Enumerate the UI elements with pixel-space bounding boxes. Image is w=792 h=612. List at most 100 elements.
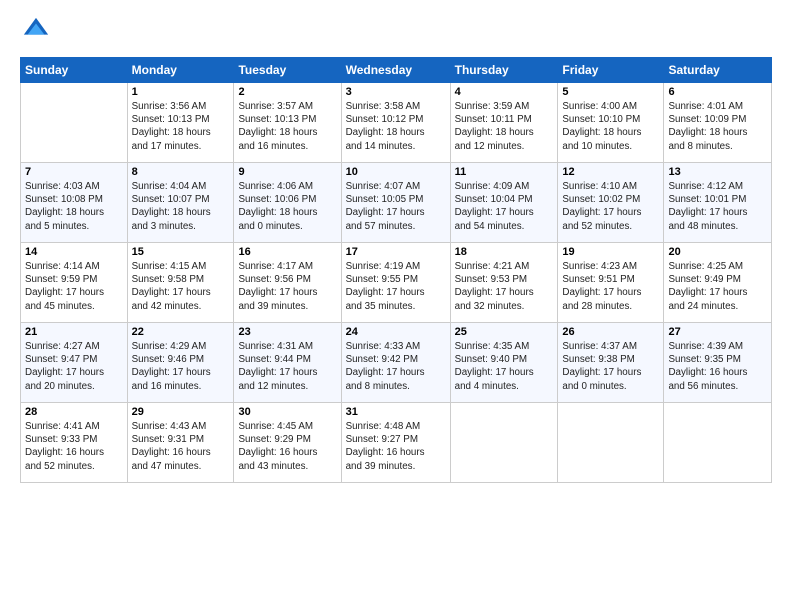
day-number: 29 — [132, 406, 230, 418]
day-info: Sunrise: 4:43 AM Sunset: 9:31 PM Dayligh… — [132, 420, 230, 473]
week-row-4: 21 Sunrise: 4:27 AM Sunset: 9:47 PM Dayli… — [21, 323, 772, 403]
day-cell — [450, 403, 558, 483]
day-cell: 19 Sunrise: 4:23 AM Sunset: 9:51 PM Dayli… — [558, 243, 664, 323]
day-info: Sunrise: 4:06 AM Sunset: 10:06 PM Daylig… — [238, 180, 336, 233]
day-cell: 29 Sunrise: 4:43 AM Sunset: 9:31 PM Dayli… — [127, 403, 234, 483]
day-number: 20 — [668, 246, 767, 258]
day-cell: 7 Sunrise: 4:03 AM Sunset: 10:08 PM Dayli… — [21, 163, 128, 243]
day-cell — [558, 403, 664, 483]
day-number: 14 — [25, 246, 123, 258]
col-header-sunday: Sunday — [21, 58, 128, 83]
day-cell: 26Sunrise: 4:37 AM Sunset: 9:38 PM Dayli… — [558, 323, 664, 403]
day-info: Sunrise: 4:01 AM Sunset: 10:09 PM Daylig… — [668, 100, 767, 153]
day-cell: 1 Sunrise: 3:56 AM Sunset: 10:13 PM Dayli… — [127, 83, 234, 163]
day-cell: 28 Sunrise: 4:41 AM Sunset: 9:33 PM Dayli… — [21, 403, 128, 483]
day-info: Sunrise: 4:10 AM Sunset: 10:02 PM Daylig… — [562, 180, 659, 233]
calendar-table: SundayMondayTuesdayWednesdayThursdayFrid… — [20, 57, 772, 483]
day-cell: 17 Sunrise: 4:19 AM Sunset: 9:55 PM Dayli… — [341, 243, 450, 323]
day-info: Sunrise: 4:14 AM Sunset: 9:59 PM Dayligh… — [25, 260, 123, 313]
day-number: 1 — [132, 86, 230, 98]
day-info: Sunrise: 4:41 AM Sunset: 9:33 PM Dayligh… — [25, 420, 123, 473]
day-number: 9 — [238, 166, 336, 178]
day-cell: 31 Sunrise: 4:48 AM Sunset: 9:27 PM Dayli… — [341, 403, 450, 483]
day-info: Sunrise: 4:27 AM Sunset: 9:47 PM Dayligh… — [25, 340, 123, 393]
day-number: 25 — [455, 326, 554, 338]
day-number: 19 — [562, 246, 659, 258]
day-number: 7 — [25, 166, 123, 178]
day-number: 23 — [238, 326, 336, 338]
day-info: Sunrise: 4:00 AM Sunset: 10:10 PM Daylig… — [562, 100, 659, 153]
day-cell: 16 Sunrise: 4:17 AM Sunset: 9:56 PM Dayli… — [234, 243, 341, 323]
day-info: Sunrise: 3:57 AM Sunset: 10:13 PM Daylig… — [238, 100, 336, 153]
day-number: 22 — [132, 326, 230, 338]
day-cell: 2 Sunrise: 3:57 AM Sunset: 10:13 PM Dayli… — [234, 83, 341, 163]
week-row-2: 7 Sunrise: 4:03 AM Sunset: 10:08 PM Dayli… — [21, 163, 772, 243]
day-cell: 11 Sunrise: 4:09 AM Sunset: 10:04 PM Dayl… — [450, 163, 558, 243]
day-number: 6 — [668, 86, 767, 98]
day-cell: 3 Sunrise: 3:58 AM Sunset: 10:12 PM Dayli… — [341, 83, 450, 163]
day-number: 4 — [455, 86, 554, 98]
day-info: Sunrise: 4:03 AM Sunset: 10:08 PM Daylig… — [25, 180, 123, 233]
day-info: Sunrise: 4:21 AM Sunset: 9:53 PM Dayligh… — [455, 260, 554, 313]
day-number: 10 — [346, 166, 446, 178]
page: SundayMondayTuesdayWednesdayThursdayFrid… — [0, 0, 792, 499]
day-info: Sunrise: 4:15 AM Sunset: 9:58 PM Dayligh… — [132, 260, 230, 313]
day-number: 11 — [455, 166, 554, 178]
header-row: SundayMondayTuesdayWednesdayThursdayFrid… — [21, 58, 772, 83]
day-number: 28 — [25, 406, 123, 418]
day-cell — [664, 403, 772, 483]
day-number: 21 — [25, 326, 123, 338]
day-cell: 14 Sunrise: 4:14 AM Sunset: 9:59 PM Dayli… — [21, 243, 128, 323]
day-info: Sunrise: 4:33 AM Sunset: 9:42 PM Dayligh… — [346, 340, 446, 393]
day-cell: 10 Sunrise: 4:07 AM Sunset: 10:05 PM Dayl… — [341, 163, 450, 243]
day-info: Sunrise: 3:56 AM Sunset: 10:13 PM Daylig… — [132, 100, 230, 153]
day-info: Sunrise: 4:12 AM Sunset: 10:01 PM Daylig… — [668, 180, 767, 233]
day-cell: 23 Sunrise: 4:31 AM Sunset: 9:44 PM Dayli… — [234, 323, 341, 403]
day-info: Sunrise: 4:17 AM Sunset: 9:56 PM Dayligh… — [238, 260, 336, 313]
col-header-saturday: Saturday — [664, 58, 772, 83]
day-cell: 12 Sunrise: 4:10 AM Sunset: 10:02 PM Dayl… — [558, 163, 664, 243]
day-info: Sunrise: 4:23 AM Sunset: 9:51 PM Dayligh… — [562, 260, 659, 313]
day-number: 3 — [346, 86, 446, 98]
day-cell: 22 Sunrise: 4:29 AM Sunset: 9:46 PM Dayli… — [127, 323, 234, 403]
day-info: Sunrise: 4:45 AM Sunset: 9:29 PM Dayligh… — [238, 420, 336, 473]
day-number: 5 — [562, 86, 659, 98]
day-cell: 18 Sunrise: 4:21 AM Sunset: 9:53 PM Dayli… — [450, 243, 558, 323]
day-cell: 20Sunrise: 4:25 AM Sunset: 9:49 PM Dayli… — [664, 243, 772, 323]
day-info: Sunrise: 4:04 AM Sunset: 10:07 PM Daylig… — [132, 180, 230, 233]
day-number: 15 — [132, 246, 230, 258]
col-header-monday: Monday — [127, 58, 234, 83]
week-row-5: 28 Sunrise: 4:41 AM Sunset: 9:33 PM Dayli… — [21, 403, 772, 483]
day-info: Sunrise: 4:09 AM Sunset: 10:04 PM Daylig… — [455, 180, 554, 233]
day-info: Sunrise: 4:48 AM Sunset: 9:27 PM Dayligh… — [346, 420, 446, 473]
day-number: 18 — [455, 246, 554, 258]
day-number: 12 — [562, 166, 659, 178]
day-cell: 8 Sunrise: 4:04 AM Sunset: 10:07 PM Dayli… — [127, 163, 234, 243]
day-number: 13 — [668, 166, 767, 178]
day-number: 31 — [346, 406, 446, 418]
day-cell: 9 Sunrise: 4:06 AM Sunset: 10:06 PM Dayli… — [234, 163, 341, 243]
day-cell: 15 Sunrise: 4:15 AM Sunset: 9:58 PM Dayli… — [127, 243, 234, 323]
day-number: 16 — [238, 246, 336, 258]
col-header-wednesday: Wednesday — [341, 58, 450, 83]
day-cell: 25Sunrise: 4:35 AM Sunset: 9:40 PM Dayli… — [450, 323, 558, 403]
day-info: Sunrise: 4:19 AM Sunset: 9:55 PM Dayligh… — [346, 260, 446, 313]
day-info: Sunrise: 4:29 AM Sunset: 9:46 PM Dayligh… — [132, 340, 230, 393]
day-cell — [21, 83, 128, 163]
col-header-friday: Friday — [558, 58, 664, 83]
col-header-tuesday: Tuesday — [234, 58, 341, 83]
day-number: 17 — [346, 246, 446, 258]
day-cell: 6 Sunrise: 4:01 AM Sunset: 10:09 PM Dayli… — [664, 83, 772, 163]
day-cell: 13 Sunrise: 4:12 AM Sunset: 10:01 PM Dayl… — [664, 163, 772, 243]
day-info: Sunrise: 4:31 AM Sunset: 9:44 PM Dayligh… — [238, 340, 336, 393]
week-row-1: 1 Sunrise: 3:56 AM Sunset: 10:13 PM Dayli… — [21, 83, 772, 163]
day-number: 8 — [132, 166, 230, 178]
day-info: Sunrise: 3:58 AM Sunset: 10:12 PM Daylig… — [346, 100, 446, 153]
day-number: 2 — [238, 86, 336, 98]
header — [20, 16, 772, 49]
week-row-3: 14 Sunrise: 4:14 AM Sunset: 9:59 PM Dayli… — [21, 243, 772, 323]
col-header-thursday: Thursday — [450, 58, 558, 83]
day-info: Sunrise: 4:07 AM Sunset: 10:05 PM Daylig… — [346, 180, 446, 233]
day-info: Sunrise: 4:37 AM Sunset: 9:38 PM Dayligh… — [562, 340, 659, 393]
day-cell: 21 Sunrise: 4:27 AM Sunset: 9:47 PM Dayli… — [21, 323, 128, 403]
